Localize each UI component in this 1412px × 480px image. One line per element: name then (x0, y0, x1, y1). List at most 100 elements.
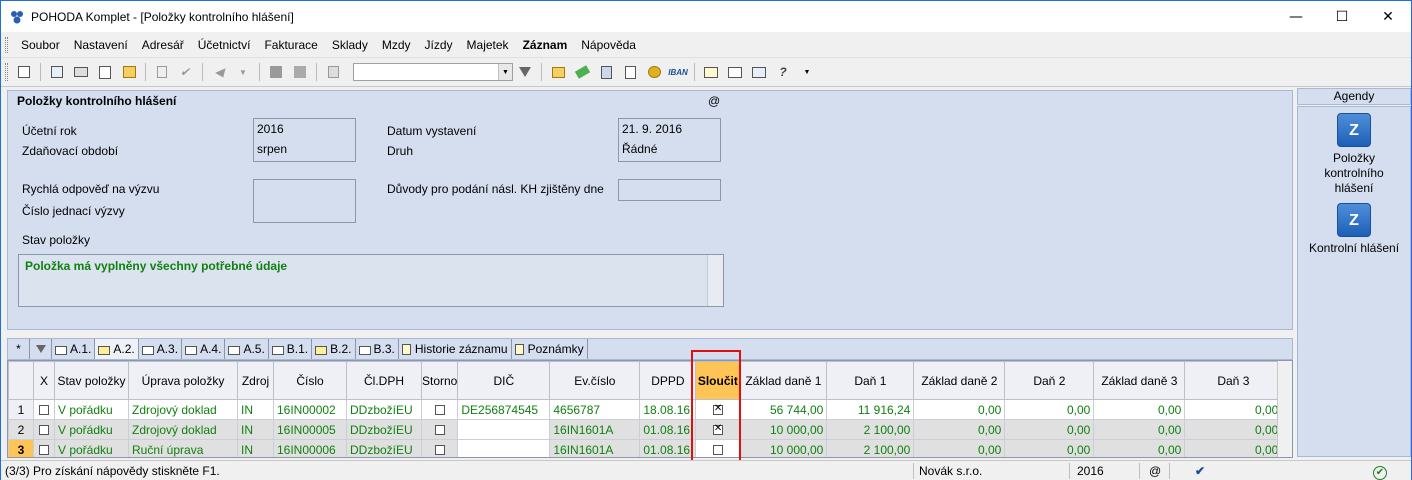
col-zdroj[interactable]: Zdroj (237, 361, 274, 400)
tab-all[interactable]: * (8, 339, 30, 359)
cell-dppd[interactable]: 01.08.16 (639, 419, 697, 440)
sloucit-checkbox[interactable] (695, 439, 741, 457)
col-uprava[interactable]: Úprava položky (128, 361, 238, 400)
quick-search-combo[interactable]: ▼ (353, 63, 513, 81)
row-number[interactable]: 2 (8, 419, 34, 440)
col-sloucit[interactable]: Sloučit (695, 361, 741, 400)
datum-druh-box[interactable]: 21. 9. 2016 Řádné (618, 118, 721, 162)
chevron-down-icon[interactable]: ▼ (498, 64, 512, 80)
export-icon[interactable] (119, 62, 139, 82)
tab-a2[interactable]: A.2. (95, 339, 139, 359)
cell-stav[interactable]: V pořádku (54, 399, 129, 420)
tab-poznamky[interactable]: Poznámky (512, 339, 588, 359)
cell-evcislo[interactable]: 16IN1601A (549, 419, 641, 440)
menu-napoveda[interactable]: Nápověda (574, 38, 643, 52)
cell-dan2[interactable]: 0,00 (1004, 419, 1095, 440)
table-row[interactable]: 2 V pořádku Zdrojový doklad IN 16IN00005… (8, 419, 1283, 440)
cell-zaklad2[interactable]: 0,00 (913, 399, 1006, 420)
minimize-button[interactable]: — (1273, 1, 1319, 32)
table-row[interactable]: 3 V pořádku Ruční úprava IN 16IN00006 DD… (8, 439, 1283, 457)
menu-ucetnictvi[interactable]: Účetnictví (191, 38, 258, 52)
cell-uprava[interactable]: Zdrojový doklad (128, 399, 238, 420)
col-dan3[interactable]: Daň 3 (1184, 361, 1283, 400)
save-all-icon[interactable] (290, 62, 310, 82)
cell-zaklad3[interactable]: 0,00 (1093, 399, 1186, 420)
cell-stav[interactable]: V pořádku (54, 419, 129, 440)
cell-zdroj[interactable]: IN (237, 419, 274, 440)
col-zaklad3[interactable]: Základ daně 3 (1093, 361, 1186, 400)
maximize-button[interactable]: ☐ (1319, 1, 1365, 32)
cell-dppd[interactable]: 01.08.16 (639, 439, 697, 457)
cell-dan2[interactable]: 0,00 (1004, 439, 1095, 457)
check-icon[interactable]: ✔ (176, 62, 196, 82)
tab-a4[interactable]: A.4. (182, 339, 226, 359)
cell-cldph[interactable]: DDzbožíEU (346, 419, 422, 440)
table-row[interactable]: 1 V pořádku Zdrojový doklad IN 16IN00002… (8, 399, 1283, 420)
cell-dan2[interactable]: 0,00 (1004, 399, 1095, 420)
col-dan2[interactable]: Daň 2 (1004, 361, 1095, 400)
tab-b1[interactable]: B.1. (269, 339, 313, 359)
save-icon[interactable] (266, 62, 286, 82)
new-record-icon[interactable] (548, 62, 568, 82)
cell-stav[interactable]: V pořádku (54, 439, 129, 457)
col-dic[interactable]: DIČ (457, 361, 551, 400)
cell-zaklad1[interactable]: 10 000,00 (739, 439, 828, 457)
menu-nastaveni[interactable]: Nastavení (67, 38, 135, 52)
ucetni-rok-box[interactable]: 2016 srpen (253, 118, 356, 162)
menu-zaznam[interactable]: Záznam (516, 38, 575, 52)
col-evcislo[interactable]: Ev.číslo (549, 361, 641, 400)
storno-checkbox[interactable] (420, 399, 459, 420)
iban-icon[interactable]: IBAN (668, 62, 688, 82)
row-number[interactable]: 1 (8, 399, 34, 420)
cell-cislo[interactable]: 16IN00005 (273, 419, 347, 440)
tab-a3[interactable]: A.3. (139, 339, 183, 359)
cell-dan3[interactable]: 0,00 (1184, 419, 1283, 440)
email-at-icon[interactable]: @ (708, 94, 720, 108)
agenda-polozky-kh[interactable]: Z Položky kontrolního hlášení (1298, 113, 1410, 196)
select-checkbox[interactable] (33, 439, 55, 457)
sloucit-checkbox[interactable] (695, 419, 741, 440)
menu-sklady[interactable]: Sklady (325, 38, 375, 52)
calculator-icon[interactable] (596, 62, 616, 82)
cell-cldph[interactable]: DDzbožíEU (346, 399, 422, 420)
exit-icon[interactable] (14, 62, 34, 82)
window-icon[interactable] (749, 62, 769, 82)
col-cldph[interactable]: Čl.DPH (346, 361, 422, 400)
cell-dan1[interactable]: 11 916,24 (826, 399, 915, 420)
grid-scrollbar[interactable] (1277, 361, 1292, 457)
tab-b2[interactable]: B.2. (312, 339, 356, 359)
cell-dan3[interactable]: 0,00 (1184, 439, 1283, 457)
cell-dic[interactable] (457, 439, 551, 457)
cut-icon[interactable] (152, 62, 172, 82)
status-check-icon[interactable]: ✔ (1195, 463, 1205, 479)
col-dppd[interactable]: DPPD (639, 361, 697, 400)
cell-dan1[interactable]: 2 100,00 (826, 419, 915, 440)
cell-zaklad2[interactable]: 0,00 (913, 419, 1006, 440)
print-icon[interactable] (71, 62, 91, 82)
back-arrow-icon[interactable]: ◀ (209, 62, 229, 82)
cell-zaklad2[interactable]: 0,00 (913, 439, 1006, 457)
copy-icon[interactable] (47, 62, 67, 82)
cell-dppd[interactable]: 18.08.16 (639, 399, 697, 420)
cell-dan1[interactable]: 2 100,00 (826, 439, 915, 457)
status-at-icon[interactable]: @ (1149, 463, 1161, 479)
cell-zaklad3[interactable]: 0,00 (1093, 439, 1186, 457)
menu-jizdy[interactable]: Jízdy (418, 38, 460, 52)
agenda-kontrolni-hlaseni[interactable]: Z Kontrolní hlášení (1298, 203, 1410, 256)
cell-cislo[interactable]: 16IN00006 (273, 439, 347, 457)
menu-mzdy[interactable]: Mzdy (375, 38, 418, 52)
cell-zaklad1[interactable]: 10 000,00 (739, 419, 828, 440)
cell-dic[interactable] (457, 419, 551, 440)
cell-dan3[interactable]: 0,00 (1184, 399, 1283, 420)
tab-a1[interactable]: A.1. (52, 339, 96, 359)
filter-icon[interactable] (515, 62, 535, 82)
storno-checkbox[interactable] (420, 419, 459, 440)
menu-soubor[interactable]: Soubor (14, 38, 67, 52)
chevron-down-icon[interactable]: ▼ (233, 62, 253, 82)
tab-filter[interactable] (30, 339, 52, 359)
select-checkbox[interactable] (33, 399, 55, 420)
cell-zdroj[interactable]: IN (237, 439, 274, 457)
cell-zaklad1[interactable]: 56 744,00 (739, 399, 828, 420)
help-icon[interactable]: ? (773, 62, 793, 82)
cell-zaklad3[interactable]: 0,00 (1093, 419, 1186, 440)
